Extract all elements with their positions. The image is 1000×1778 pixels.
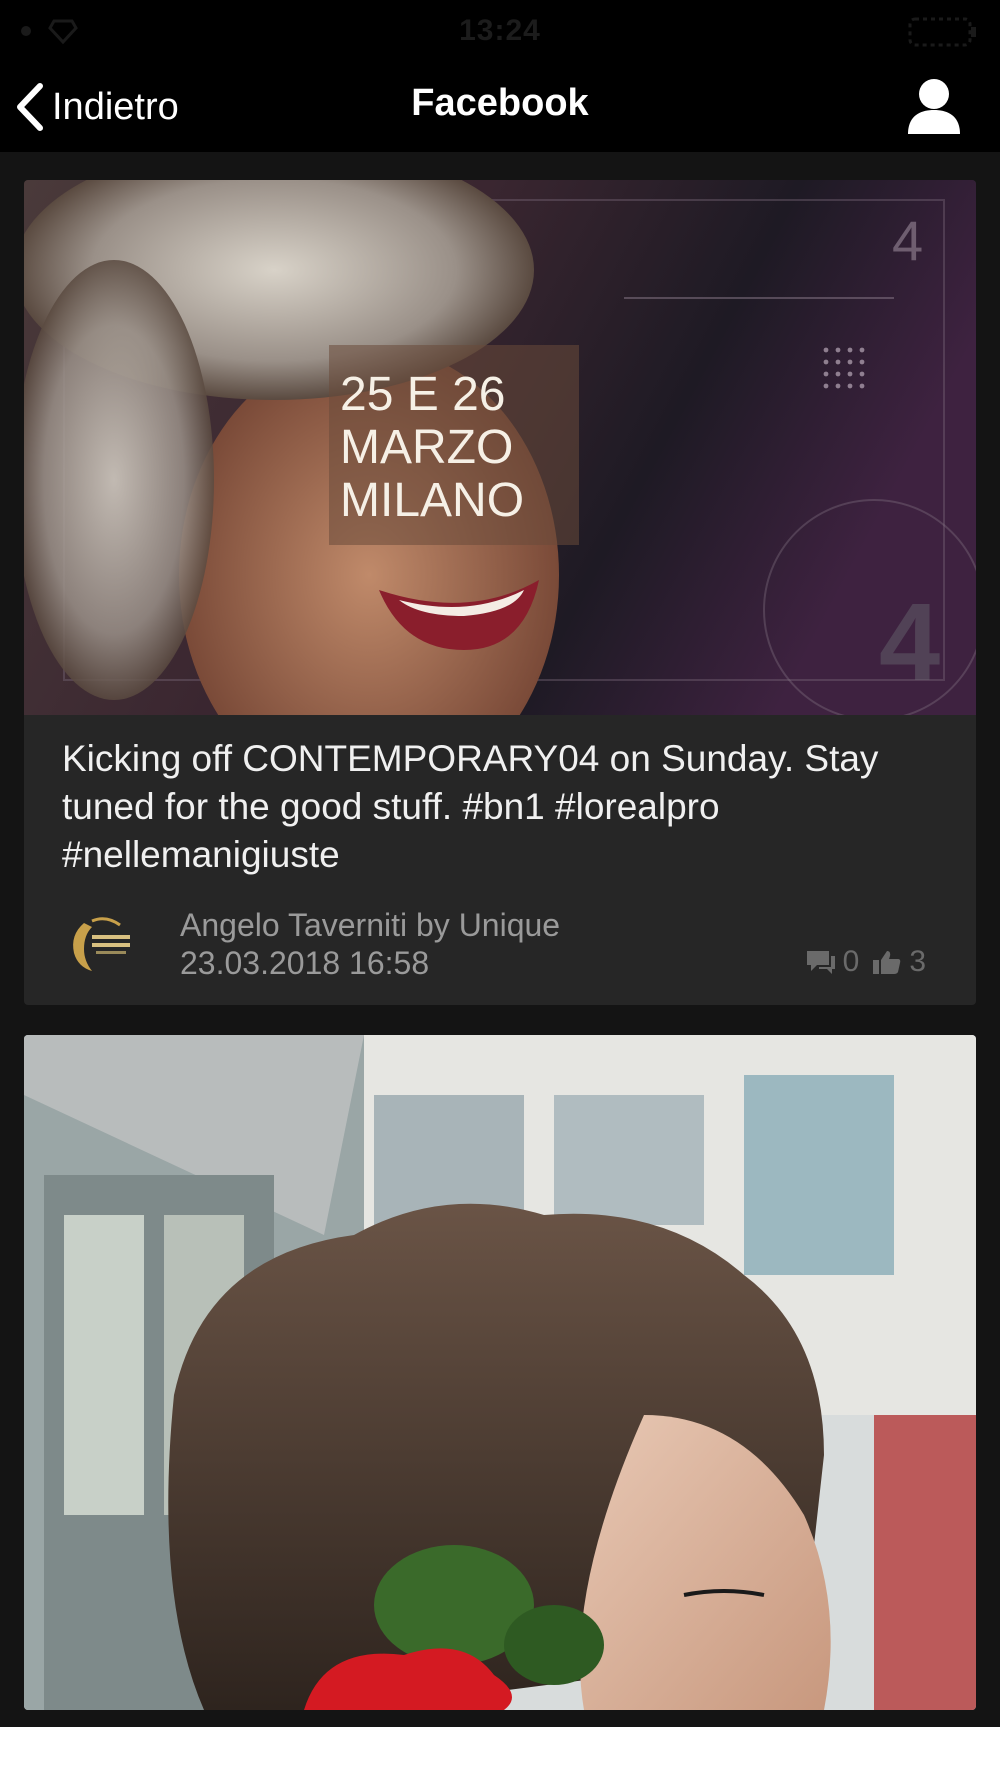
user-icon[interactable] bbox=[902, 72, 966, 142]
chevron-left-icon bbox=[17, 83, 43, 131]
post-meta: Angelo Taverniti by Unique 23.03.2018 16… bbox=[62, 905, 938, 983]
post-date: 23.03.2018 16:58 bbox=[180, 945, 430, 981]
status-time: 13:24 bbox=[459, 14, 541, 47]
back-button[interactable]: Indietro bbox=[12, 74, 179, 140]
hairstyle-photo bbox=[24, 1035, 976, 1710]
post-body: Kicking off CONTEMPORARY04 on Sunday. St… bbox=[24, 715, 976, 1005]
post-image[interactable] bbox=[24, 1035, 976, 1710]
post-feed: 25 E 26 MARZO MILANO 4 4 Kicking off CON… bbox=[24, 180, 976, 1710]
back-label: Indietro bbox=[52, 85, 179, 128]
poster-big-number: 4 bbox=[879, 581, 940, 704]
comment-count: 0 bbox=[842, 945, 860, 978]
post-image[interactable]: 25 E 26 MARZO MILANO 4 4 bbox=[24, 180, 976, 715]
poster-corner-number: 4 bbox=[892, 209, 923, 272]
comment-icon bbox=[806, 951, 835, 974]
avatar[interactable] bbox=[62, 905, 140, 983]
event-poster-image: 25 E 26 MARZO MILANO 4 4 bbox=[24, 180, 976, 715]
post-card[interactable]: 25 E 26 MARZO MILANO 4 4 Kicking off CON… bbox=[24, 180, 976, 1005]
poster-line-1: 25 E 26 bbox=[340, 368, 505, 421]
bottom-area bbox=[0, 1727, 1000, 1778]
post-text: Kicking off CONTEMPORARY04 on Sunday. St… bbox=[62, 738, 879, 875]
navigation-bar: Indietro Facebook bbox=[0, 64, 1000, 152]
like-count: 3 bbox=[909, 945, 926, 978]
poster-line-3: MILANO bbox=[340, 474, 524, 527]
poster-line-2: MARZO bbox=[340, 421, 513, 474]
post-author[interactable]: Angelo Taverniti by Unique bbox=[180, 906, 560, 944]
post-card[interactable] bbox=[24, 1035, 976, 1710]
thumbs-up-icon bbox=[873, 951, 901, 974]
post-stats: 0 3 bbox=[805, 945, 938, 979]
battery-icon bbox=[908, 17, 976, 47]
meta-info: Angelo Taverniti by Unique 23.03.2018 16… bbox=[180, 906, 560, 982]
status-bar: 13:24 bbox=[0, 0, 1000, 64]
